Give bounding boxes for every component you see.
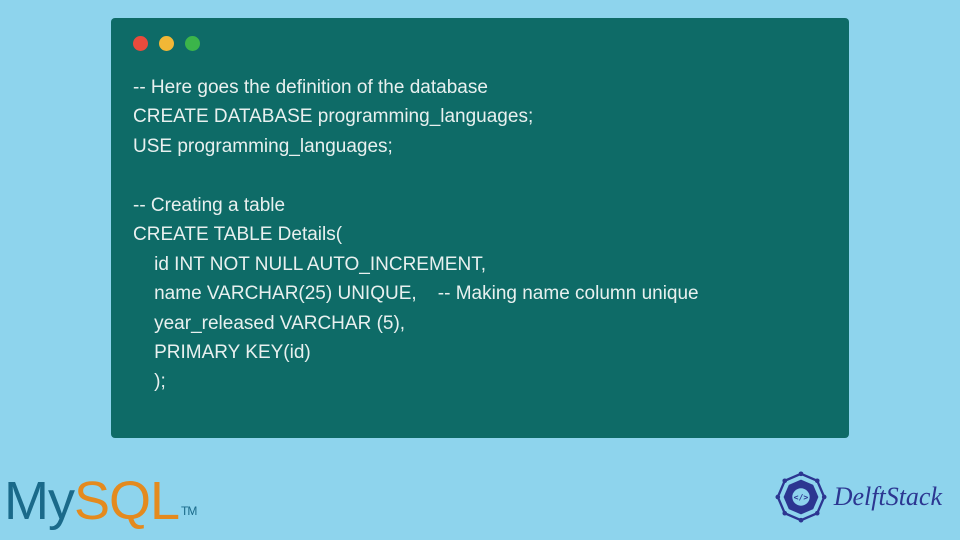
mysql-logo: MySQLTM [4, 470, 196, 532]
svg-text:</>: </> [793, 492, 808, 502]
code-line: USE programming_languages; [133, 136, 393, 157]
delftstack-logo: </> DelftStack [772, 468, 942, 526]
code-line: PRIMARY KEY(id) [133, 342, 311, 363]
mysql-logo-tm: TM [181, 504, 196, 518]
code-line: year_released VARCHAR (5), [133, 313, 405, 334]
mysql-logo-my: My [4, 471, 74, 531]
code-line: ); [133, 371, 166, 392]
code-line: name VARCHAR(25) UNIQUE, -- Making name … [133, 283, 699, 304]
close-icon [133, 36, 148, 51]
code-line: -- Here goes the definition of the datab… [133, 77, 488, 98]
code-block: -- Here goes the definition of the datab… [133, 73, 827, 397]
minimize-icon [159, 36, 174, 51]
code-window: -- Here goes the definition of the datab… [111, 18, 849, 438]
code-line: CREATE TABLE Details( [133, 224, 342, 245]
delftstack-emblem-icon: </> [772, 468, 830, 526]
code-line: CREATE DATABASE programming_languages; [133, 106, 533, 127]
code-line: -- Creating a table [133, 195, 285, 216]
delftstack-text: DelftStack [834, 482, 942, 512]
maximize-icon [185, 36, 200, 51]
mysql-logo-sql: SQL [74, 471, 179, 531]
code-line: id INT NOT NULL AUTO_INCREMENT, [133, 254, 486, 275]
window-controls [133, 36, 827, 51]
